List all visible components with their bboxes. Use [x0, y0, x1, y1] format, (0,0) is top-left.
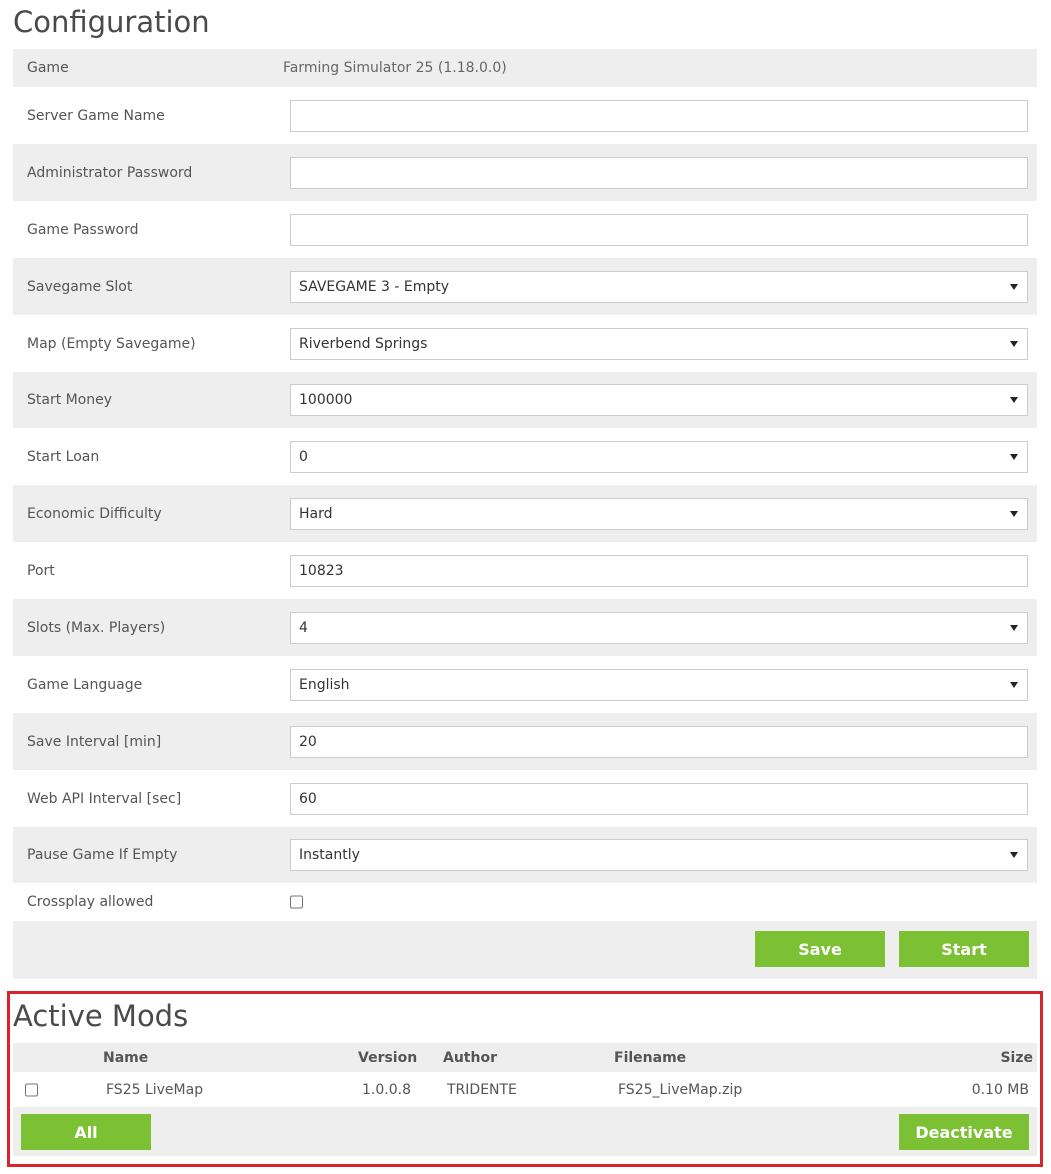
save-button[interactable]: Save [755, 931, 885, 967]
pause-if-empty-value: Instantly [299, 847, 360, 863]
config-actions: Save Start [13, 921, 1037, 979]
economic-difficulty-row: Economic Difficulty Hard [13, 485, 1037, 542]
save-interval-label: Save Interval [min] [27, 733, 162, 750]
game-password-input[interactable] [290, 213, 1028, 246]
language-label: Game Language [27, 676, 143, 693]
active-mods-title: Active Mods [13, 999, 189, 1033]
chevron-down-icon [1010, 681, 1018, 688]
admin-password-label: Administrator Password [27, 164, 193, 181]
port-input[interactable]: 10823 [290, 554, 1028, 587]
slots-label: Slots (Max. Players) [27, 619, 166, 636]
map-row: Map (Empty Savegame) Riverbend Springs [13, 315, 1037, 372]
map-label: Map (Empty Savegame) [27, 335, 196, 352]
slots-row: Slots (Max. Players) 4 [13, 599, 1037, 656]
mod-filename: FS25_LiveMap.zip [618, 1081, 743, 1098]
mod-author: TRIDENTE [447, 1081, 517, 1098]
deactivate-button[interactable]: Deactivate [899, 1114, 1029, 1150]
game-label: Game [27, 60, 69, 76]
language-row: Game Language English [13, 656, 1037, 713]
start-money-row: Start Money 100000 [13, 372, 1037, 428]
savegame-slot-select[interactable]: SAVEGAME 3 - Empty [290, 270, 1028, 303]
start-loan-label: Start Loan [27, 448, 100, 465]
web-api-interval-input[interactable]: 60 [290, 782, 1028, 815]
pause-if-empty-label: Pause Game If Empty [27, 847, 178, 863]
col-size-header[interactable]: Size [1000, 1050, 1033, 1066]
start-money-select[interactable]: 100000 [290, 384, 1028, 416]
col-author-header[interactable]: Author [443, 1050, 497, 1066]
select-all-button[interactable]: All [21, 1114, 151, 1150]
language-value: English [299, 676, 350, 693]
chevron-down-icon [1010, 283, 1018, 290]
start-loan-select[interactable]: 0 [290, 440, 1028, 473]
start-loan-value: 0 [299, 448, 308, 465]
chevron-down-icon [1010, 510, 1018, 517]
active-mods-table: Name Version Author Filename Size FS25 L… [13, 1043, 1037, 1156]
port-row: Port 10823 [13, 542, 1037, 599]
game-password-row: Game Password [13, 201, 1037, 258]
chevron-down-icon [1010, 624, 1018, 631]
savegame-slot-row: Savegame Slot SAVEGAME 3 - Empty [13, 258, 1037, 315]
pause-if-empty-select[interactable]: Instantly [290, 839, 1028, 871]
start-money-label: Start Money [27, 392, 113, 408]
game-row: Game Farming Simulator 25 (1.18.0.0) [13, 49, 1037, 87]
col-name-header[interactable]: Name [103, 1050, 148, 1066]
chevron-down-icon [1010, 340, 1018, 347]
chevron-down-icon [1010, 852, 1018, 858]
save-interval-row: Save Interval [min] 20 [13, 713, 1037, 770]
mod-size: 0.10 MB [971, 1081, 1029, 1098]
start-loan-row: Start Loan 0 [13, 428, 1037, 485]
web-api-interval-label: Web API Interval [sec] [27, 790, 182, 807]
port-label: Port [27, 562, 55, 579]
admin-password-row: Administrator Password [13, 144, 1037, 201]
economic-difficulty-value: Hard [299, 505, 333, 522]
savegame-slot-label: Savegame Slot [27, 278, 133, 295]
web-api-interval-row: Web API Interval [sec] 60 [13, 770, 1037, 827]
chevron-down-icon [1010, 453, 1018, 460]
mod-checkbox[interactable] [25, 1083, 38, 1096]
mod-name: FS25 LiveMap [106, 1081, 204, 1098]
table-row: FS25 LiveMap 1.0.0.8 TRIDENTE FS25_LiveM… [13, 1072, 1037, 1107]
save-interval-input[interactable]: 20 [290, 725, 1028, 758]
page-title: Configuration [13, 5, 210, 39]
mods-table-header: Name Version Author Filename Size [13, 1043, 1037, 1072]
game-password-label: Game Password [27, 221, 139, 238]
chevron-down-icon [1010, 397, 1018, 403]
col-filename-header[interactable]: Filename [614, 1050, 686, 1066]
savegame-slot-value: SAVEGAME 3 - Empty [299, 278, 450, 295]
start-money-value: 100000 [299, 392, 353, 408]
language-select[interactable]: English [290, 668, 1028, 701]
server-name-label: Server Game Name [27, 107, 165, 124]
pause-if-empty-row: Pause Game If Empty Instantly [13, 827, 1037, 883]
economic-difficulty-select[interactable]: Hard [290, 497, 1028, 530]
mod-version: 1.0.0.8 [362, 1081, 411, 1098]
economic-difficulty-label: Economic Difficulty [27, 505, 162, 522]
start-button[interactable]: Start [899, 931, 1029, 967]
slots-value: 4 [299, 619, 308, 636]
slots-select[interactable]: 4 [290, 611, 1028, 644]
col-version-header[interactable]: Version [358, 1050, 417, 1066]
server-name-input[interactable] [290, 99, 1028, 132]
map-select[interactable]: Riverbend Springs [290, 327, 1028, 360]
crossplay-label: Crossplay allowed [27, 894, 154, 910]
configuration-form: Game Farming Simulator 25 (1.18.0.0) Ser… [13, 49, 1037, 979]
map-value: Riverbend Springs [299, 335, 428, 352]
game-value: Farming Simulator 25 (1.18.0.0) [283, 60, 507, 76]
crossplay-checkbox[interactable] [290, 895, 303, 909]
server-name-row: Server Game Name [13, 87, 1037, 144]
admin-password-input[interactable] [290, 156, 1028, 189]
mods-actions: All Deactivate [13, 1107, 1037, 1156]
crossplay-row: Crossplay allowed [13, 883, 1037, 921]
